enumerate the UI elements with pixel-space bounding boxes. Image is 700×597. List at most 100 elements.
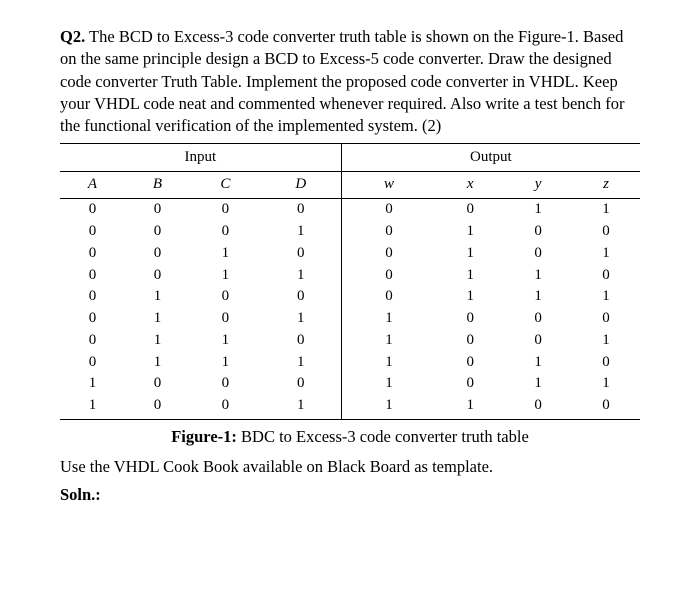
table-row: 00100101 [60,242,640,264]
table-cell: 1 [572,373,640,395]
table-cell: 1 [504,373,572,395]
table-cell: 0 [125,221,190,243]
footnote-text: Use the VHDL Cook Book available on Blac… [60,456,640,478]
table-cell: 0 [125,198,190,220]
table-cell: 1 [60,395,125,420]
table-cell: 0 [572,221,640,243]
table-cell: 0 [504,329,572,351]
table-cell: 1 [504,351,572,373]
table-cell: 1 [504,286,572,308]
table-row: 10001011 [60,373,640,395]
table-cell: 0 [60,221,125,243]
table-cell: 0 [190,221,261,243]
table-cell: 1 [436,395,504,420]
table-cell: 0 [60,308,125,330]
table-cell: 1 [60,373,125,395]
table-cell: 1 [190,329,261,351]
table-cell: 0 [60,198,125,220]
table-row: 00000011 [60,198,640,220]
table-cell: 1 [341,351,436,373]
table-cell: 1 [341,308,436,330]
col-y: y [504,171,572,198]
table-cell: 0 [190,198,261,220]
table-cell: 0 [60,351,125,373]
table-cell: 0 [572,351,640,373]
col-z: z [572,171,640,198]
figure-label: Figure-1: [171,427,237,446]
table-cell: 0 [504,308,572,330]
table-cell: 1 [125,308,190,330]
table-cell: 1 [572,329,640,351]
col-A: A [60,171,125,198]
solution-label: Soln.: [60,484,640,506]
table-cell: 1 [341,395,436,420]
table-cell: 1 [190,264,261,286]
table-cell: 1 [504,198,572,220]
table-cell: 0 [125,395,190,420]
table-cell: 0 [436,308,504,330]
col-x: x [436,171,504,198]
table-column-header-row: A B C D w x y z [60,171,640,198]
table-cell: 0 [436,373,504,395]
table-cell: 0 [190,395,261,420]
table-body: 0000001100010100001001010011011001000111… [60,198,640,419]
table-cell: 0 [261,286,341,308]
table-cell: 0 [504,221,572,243]
table-row: 00010100 [60,221,640,243]
question-body: The BCD to Excess-3 code converter truth… [60,27,624,135]
table-cell: 1 [261,395,341,420]
table-row: 01101001 [60,329,640,351]
table-cell: 0 [60,329,125,351]
table-cell: 1 [261,351,341,373]
table-cell: 1 [572,198,640,220]
table-cell: 0 [60,264,125,286]
table-cell: 1 [261,221,341,243]
col-B: B [125,171,190,198]
table-cell: 1 [341,329,436,351]
table-cell: 1 [504,264,572,286]
table-row: 10011100 [60,395,640,420]
table-cell: 1 [572,286,640,308]
table-cell: 0 [125,242,190,264]
table-cell: 0 [572,395,640,420]
table-cell: 1 [436,286,504,308]
figure-text: BDC to Excess-3 code converter truth tab… [237,427,529,446]
group-header-input: Input [60,144,341,171]
table-cell: 1 [190,242,261,264]
table-cell: 0 [60,286,125,308]
table-cell: 1 [341,373,436,395]
table-cell: 0 [261,242,341,264]
table-cell: 1 [125,351,190,373]
table-cell: 1 [125,286,190,308]
table-cell: 0 [572,308,640,330]
table-row: 00110110 [60,264,640,286]
table-cell: 1 [190,351,261,373]
table-cell: 0 [190,373,261,395]
table-cell: 0 [261,198,341,220]
question-label: Q2. [60,27,85,46]
col-w: w [341,171,436,198]
table-cell: 0 [504,242,572,264]
table-cell: 0 [436,198,504,220]
table-row: 01011000 [60,308,640,330]
group-header-output: Output [341,144,640,171]
table-cell: 0 [572,264,640,286]
table-cell: 0 [436,329,504,351]
truth-table: Input Output A B C D w x y z 00000011000… [60,143,640,420]
table-cell: 0 [341,198,436,220]
table-cell: 1 [572,242,640,264]
table-cell: 0 [60,242,125,264]
table-cell: 0 [341,286,436,308]
figure-caption: Figure-1: BDC to Excess-3 code converter… [60,426,640,448]
table-cell: 1 [261,264,341,286]
table-row: 01000111 [60,286,640,308]
table-cell: 0 [190,286,261,308]
table-cell: 0 [341,242,436,264]
table-cell: 0 [436,351,504,373]
table-cell: 0 [261,373,341,395]
table-cell: 0 [341,264,436,286]
table-cell: 1 [436,264,504,286]
table-cell: 1 [436,242,504,264]
table-cell: 0 [125,264,190,286]
table-cell: 0 [125,373,190,395]
